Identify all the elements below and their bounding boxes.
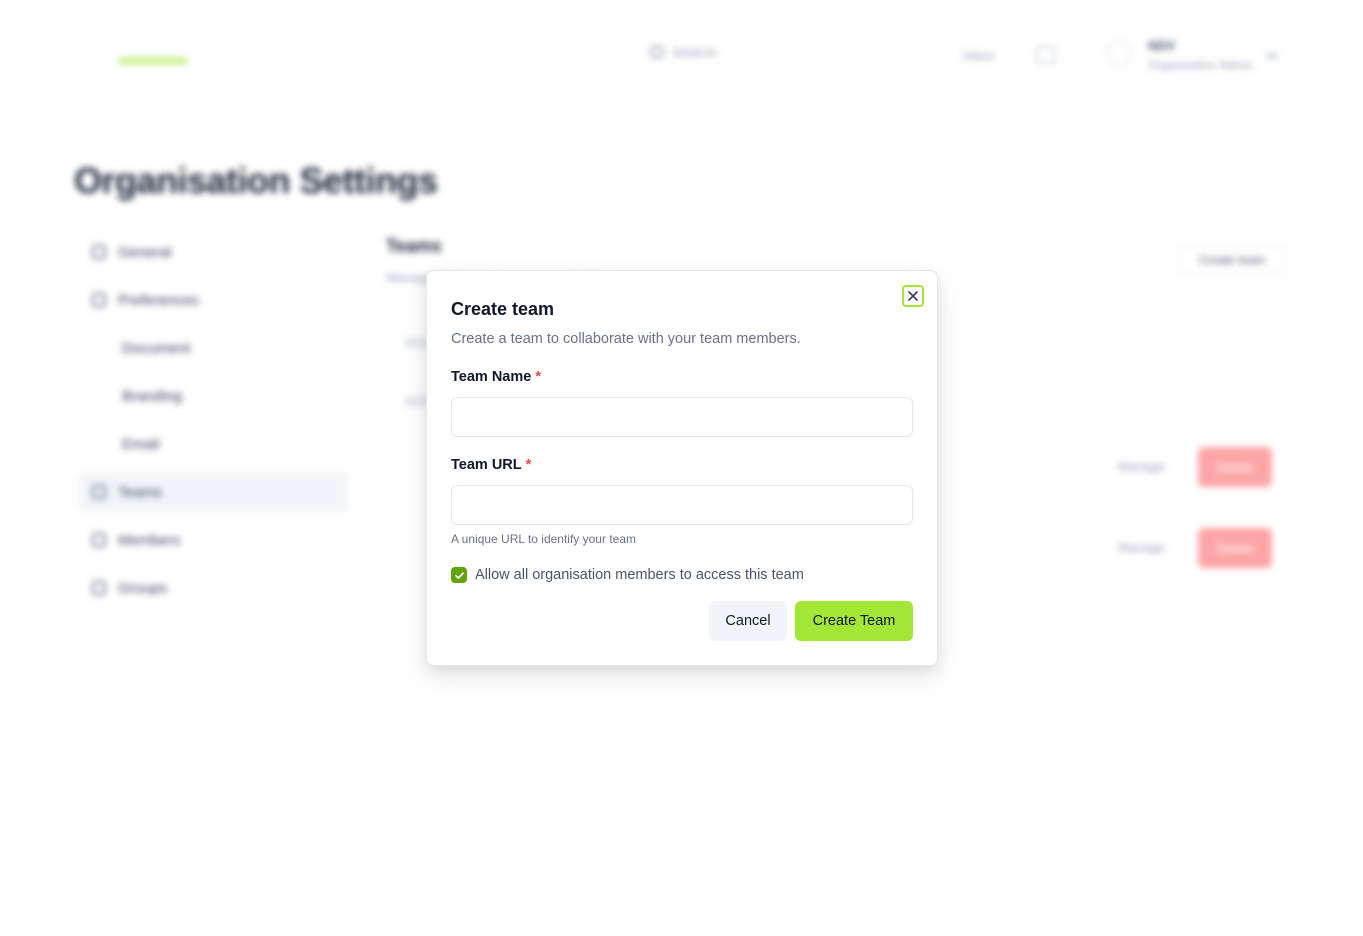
create-team-button-bg[interactable]: Create team (1180, 245, 1284, 275)
logo-accent (118, 58, 188, 64)
close-icon (908, 291, 918, 301)
sidebar-item-label: Preferences (118, 291, 199, 309)
teams-heading: Teams (386, 236, 442, 256)
settings-sidebar: General Preferences Document Branding Email T… (78, 232, 348, 616)
preferences-icon (92, 293, 106, 307)
allow-access-row: Allow all organisation members to access… (451, 567, 804, 583)
top-header: Search Inbox NDV Organisation Admin (0, 0, 1363, 110)
account-subtitle: Organisation Admin (1148, 58, 1253, 72)
team-url-label: Team URL * (451, 457, 531, 473)
groups-icon (92, 581, 106, 595)
account-name[interactable]: NDV (1148, 38, 1175, 53)
sidebar-item-label: Teams (118, 483, 163, 501)
team-url-hint: A unique URL to identify your team (451, 532, 636, 546)
sidebar-item-preferences[interactable]: Preferences (78, 280, 348, 320)
sidebar-item-label: Email (122, 435, 160, 453)
page-title: Organisation Settings (74, 160, 438, 201)
notification-icon[interactable] (1036, 46, 1056, 64)
sidebar-item-general[interactable]: General (78, 232, 348, 272)
team-name-label: Team Name * (451, 369, 541, 385)
dialog-description: Create a team to collaborate with your t… (451, 331, 801, 347)
manage-link[interactable]: Manage (1118, 459, 1165, 474)
sidebar-item-document[interactable]: Document (78, 328, 348, 368)
teams-icon (92, 485, 106, 499)
allow-access-label[interactable]: Allow all organisation members to access… (475, 567, 804, 583)
close-button[interactable] (902, 285, 924, 307)
members-icon (92, 533, 106, 547)
create-team-button[interactable]: Create Team (795, 601, 913, 641)
sidebar-item-groups[interactable]: Groups (78, 568, 348, 608)
chevron-down-icon[interactable] (1266, 48, 1278, 60)
avatar[interactable] (1106, 40, 1132, 66)
search-icon (650, 45, 664, 59)
cancel-button[interactable]: Cancel (709, 601, 787, 641)
header-inbox-link[interactable]: Inbox (963, 48, 995, 63)
sidebar-item-label: Document (122, 339, 191, 357)
team-name-label-text: Team Name (451, 369, 532, 385)
sidebar-item-label: Branding (122, 387, 183, 405)
sidebar-item-label: Groups (118, 579, 168, 597)
required-marker: * (535, 369, 541, 385)
header-search[interactable]: Search (650, 44, 716, 60)
create-team-dialog: Create team Create a team to collaborate… (426, 270, 938, 666)
sidebar-item-branding[interactable]: Branding (78, 376, 348, 416)
sidebar-item-label: Members (118, 531, 181, 549)
header-search-placeholder: Search (672, 44, 717, 60)
app-logo[interactable] (84, 36, 206, 66)
sidebar-item-email[interactable]: Email (78, 424, 348, 464)
dialog-title: Create team (451, 299, 555, 319)
team-url-input[interactable] (451, 485, 913, 525)
sidebar-item-members[interactable]: Members (78, 520, 348, 560)
sidebar-item-label: General (118, 243, 172, 261)
general-icon (92, 245, 106, 259)
team-name-input[interactable] (451, 397, 913, 437)
team-url-label-text: Team URL (451, 457, 522, 473)
required-marker: * (525, 457, 532, 473)
delete-button[interactable]: Delete (1198, 528, 1272, 568)
sidebar-item-teams[interactable]: Teams (78, 472, 348, 512)
allow-access-checkbox[interactable] (451, 567, 467, 583)
checkmark-icon (454, 571, 464, 579)
app-root: Search Inbox NDV Organisation Admin Orga… (0, 0, 1363, 936)
delete-button[interactable]: Delete (1198, 447, 1272, 487)
manage-link[interactable]: Manage (1118, 540, 1165, 555)
